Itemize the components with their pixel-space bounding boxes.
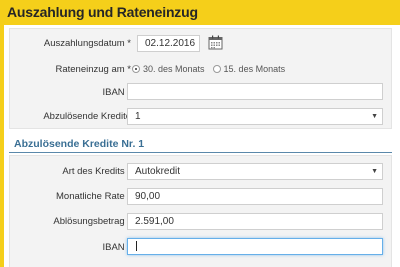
abloesungsbetrag-label: Ablösungsbetrag * [53,216,131,227]
accent-edge [0,25,4,267]
radio-30-label: 30. des Monats [143,63,205,74]
page-title: Auszahlung und Rateneinzug [7,4,198,20]
section-divider [9,152,392,153]
chevron-down-icon: ▼ [371,113,378,120]
auszahlungsdatum-value: 02.12.2016 [145,38,196,49]
auszahlungsdatum-input[interactable]: 02.12.2016 [137,35,200,52]
section-title: Abzulösende Kredite Nr. 1 [14,138,145,150]
iban-label: IBAN * [102,87,131,98]
abzuloesende-kredite-label: Abzulösende Kredite [43,111,131,122]
art-des-kredits-select[interactable]: Autokredit ▼ [127,163,383,180]
page-header: Auszahlung und Rateneinzug [0,0,400,25]
payout-panel: Auszahlungsdatum * 02.12.2016 Rateneinzu… [9,28,392,129]
chevron-down-icon: ▼ [371,168,378,175]
text-caret [136,241,137,252]
monatliche-rate-value: 90,00 [135,191,161,202]
abzuloesende-kredite-value: 1 [135,111,141,122]
calendar-icon[interactable] [208,35,223,50]
monatliche-rate-label: Monatliche Rate * [56,191,131,202]
abloesungsbetrag-value: 2.591,00 [135,216,174,227]
monatliche-rate-input[interactable]: 90,00 [127,188,383,205]
auszahlungsdatum-label: Auszahlungsdatum * [43,38,131,49]
rateneinzug-label: Rateneinzug am * [55,64,131,75]
abzuloesende-kredite-select[interactable]: 1 ▼ [127,108,383,125]
art-des-kredits-value: Autokredit [135,166,181,177]
abloesungsbetrag-input[interactable]: 2.591,00 [127,213,383,230]
radio-15-label: 15. des Monats [223,63,286,74]
radio-30-des-monats[interactable] [132,64,140,73]
credit-panel: Art des Kredits * Autokredit ▼ Monatlich… [9,155,392,267]
iban-label-2: IBAN * [102,242,131,253]
iban-input[interactable] [127,83,383,100]
rateneinzug-radio-group: 30. des Monats 15. des Monats [132,63,293,74]
art-des-kredits-label: Art des Kredits * [62,166,131,177]
radio-15-des-monats[interactable] [212,64,221,73]
iban-input-2[interactable] [127,238,383,255]
